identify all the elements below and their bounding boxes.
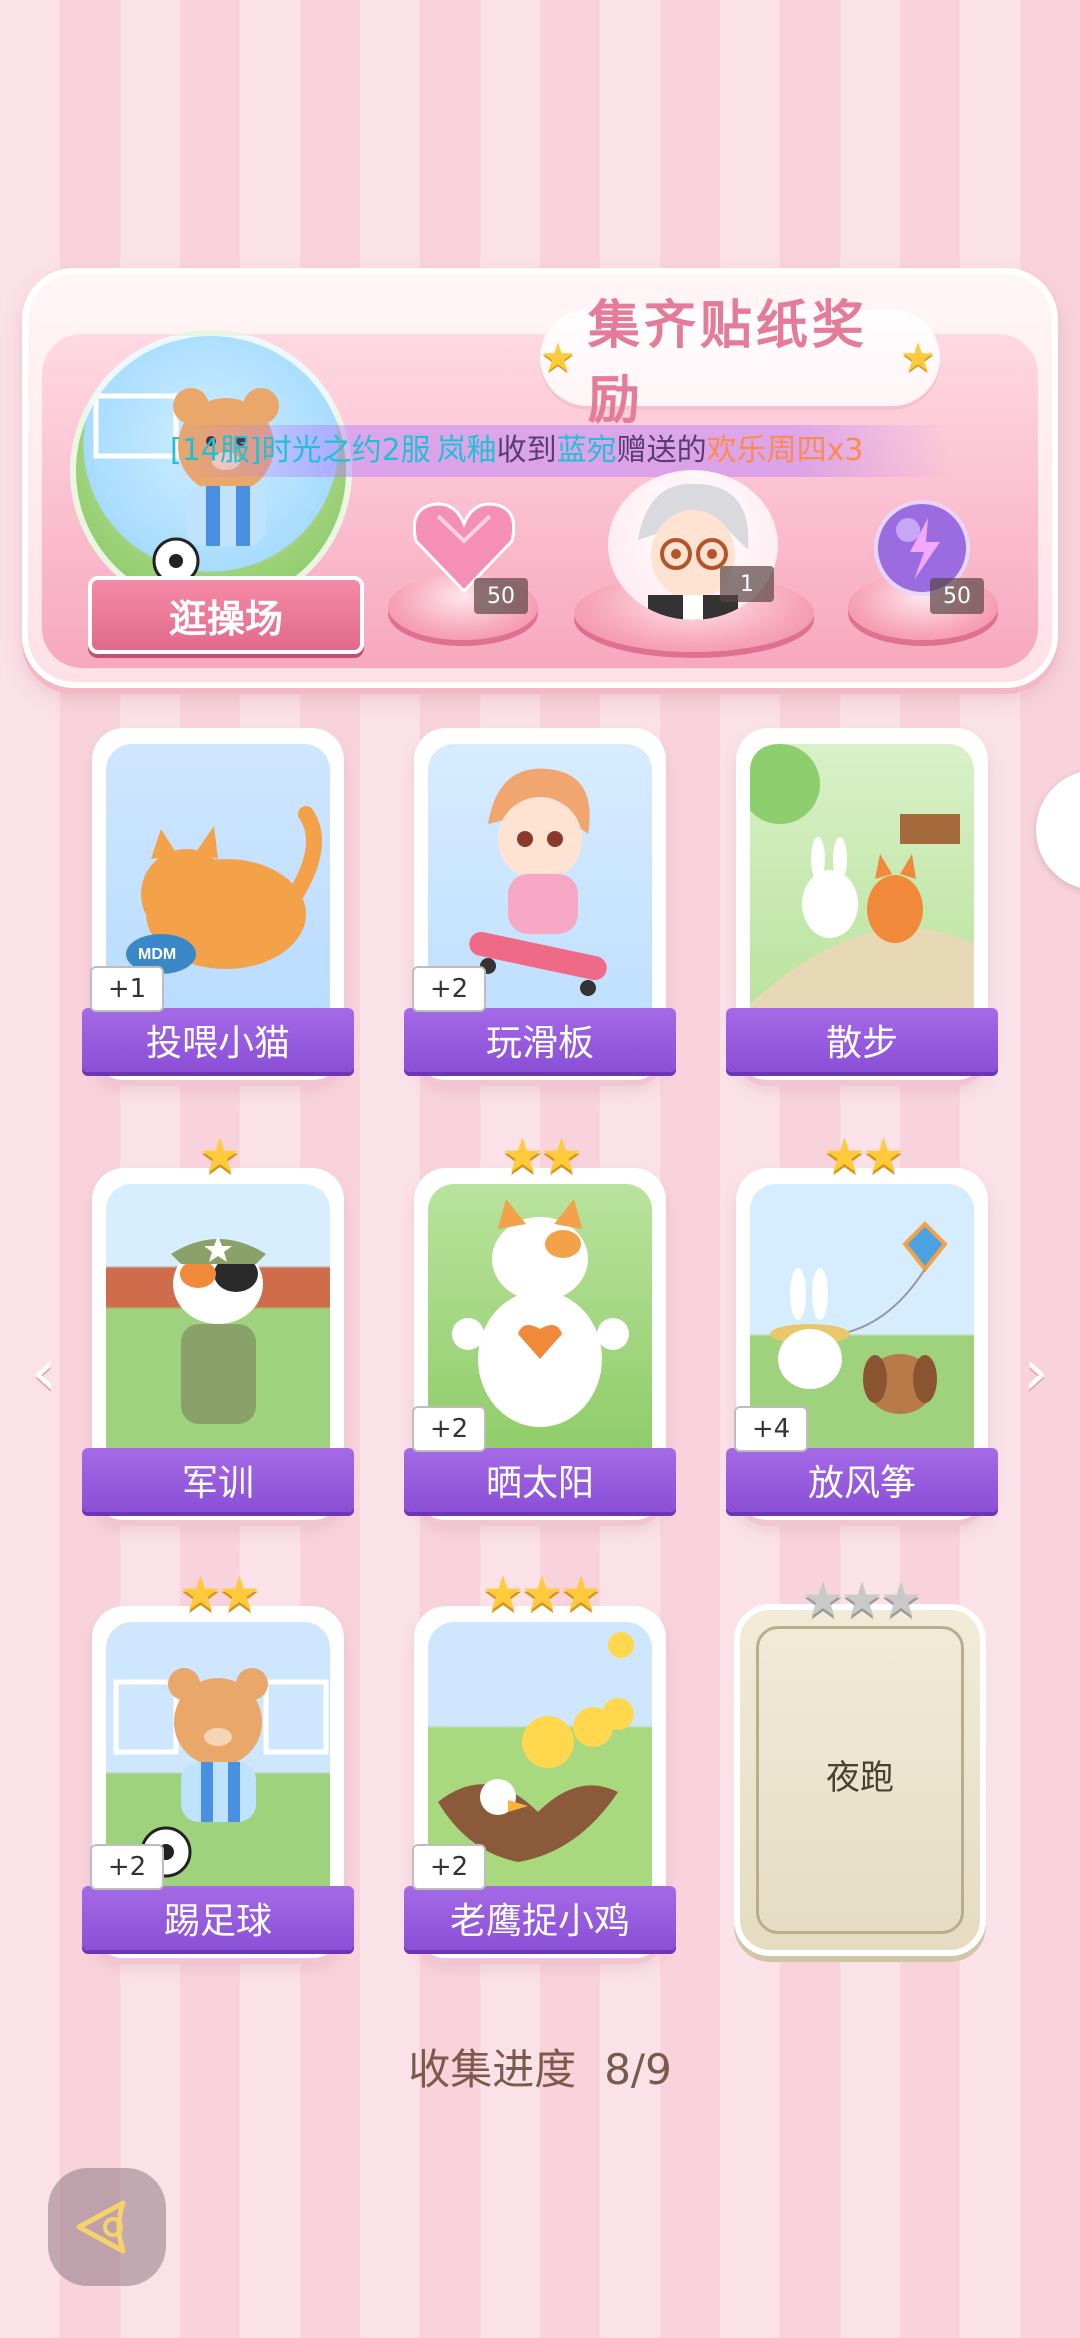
sticker-card-feed-cat[interactable]: MDM 投喂小猫 +1 (82, 728, 354, 1080)
star-rating: ★★ (92, 1568, 344, 1620)
sticker-card-walk[interactable]: 散步 (726, 728, 998, 1080)
sticker-label: 投喂小猫 (82, 1008, 354, 1072)
ticker-verb2: 赠送的 (616, 433, 707, 468)
back-button[interactable] (48, 2168, 166, 2286)
sticker-card-sunbathe[interactable]: ★★ 晒太阳 +2 (404, 1130, 676, 1520)
ticker-server: [14服]时光之约2服 (170, 433, 431, 468)
star-icon: ★ (900, 335, 940, 381)
star-rating: ★★★ (740, 1572, 980, 1628)
sticker-bonus: +2 (412, 966, 486, 1012)
reward-count: 1 (720, 566, 774, 602)
sticker-label: 夜跑 (826, 1758, 894, 1798)
next-page-arrow[interactable]: › (1016, 1336, 1056, 1410)
star-icon: ★★ (822, 1128, 905, 1184)
star-icon: ★★ (500, 1128, 583, 1184)
reward-title-text: 集齐贴纸奖励 (587, 296, 868, 431)
bunny-fox-walk-icon (750, 744, 974, 1016)
sticker-bonus: +2 (412, 1406, 486, 1452)
star-rating: ★★ (736, 1130, 988, 1182)
ticker-item: 欢乐周四x3 (706, 433, 864, 468)
side-tab[interactable] (1036, 770, 1080, 890)
sticker-label: 散步 (726, 1008, 998, 1072)
location-label[interactable]: 逛操场 (88, 576, 364, 654)
ticker-giver: 蓝宛 (556, 433, 617, 468)
back-arrow-icon (76, 2200, 126, 2254)
sticker-card-kite[interactable]: ★★ 放风筝 +4 (726, 1130, 998, 1520)
sticker-bonus: +4 (734, 1406, 808, 1452)
prev-page-arrow[interactable]: ‹ (24, 1336, 64, 1410)
collection-progress: 收集进度 8/9 (0, 2036, 1080, 2097)
sun-icon (608, 1632, 634, 1658)
sticker-bonus: +1 (90, 966, 164, 1012)
broadcast-ticker: [14服]时光之约2服 岚釉收到蓝宛赠送的欢乐周四x3 (170, 425, 950, 477)
star-icon: ★★★ (801, 1572, 922, 1628)
sticker-label: 老鹰捉小鸡 (404, 1886, 676, 1950)
star-rating: ★★★ (414, 1568, 666, 1620)
soldier-cat-icon (171, 1236, 266, 1424)
sticker-card-night-run-locked[interactable]: ★★★ 夜跑 (734, 1572, 986, 1956)
sticker-label: 军训 (82, 1448, 354, 1512)
svg-text:MDM: MDM (138, 946, 176, 963)
sticker-card-military-training[interactable]: ★ 军训 (82, 1130, 354, 1520)
sticker-label: 玩滑板 (404, 1008, 676, 1072)
sticker-card-football[interactable]: ★★ 踢足球 +2 (82, 1568, 354, 1958)
star-rating: ★★ (414, 1130, 666, 1182)
sticker-card-skateboard[interactable]: 玩滑板 +2 (404, 728, 676, 1080)
sticker-bonus: +2 (90, 1844, 164, 1890)
sticker-art (106, 1184, 330, 1456)
star-icon: ★ (540, 335, 580, 381)
sticker-label: 放风筝 (726, 1448, 998, 1512)
ticker-verb: 收到 (496, 433, 557, 468)
reward-count: 50 (474, 578, 528, 614)
progress-value: 8/9 (604, 2045, 672, 2094)
reward-title: ★ 集齐贴纸奖励 ★ (540, 296, 940, 431)
ticker-sender: 岚釉 (436, 433, 497, 468)
star-icon: ★★ (178, 1566, 261, 1622)
reward-count: 50 (930, 578, 984, 614)
sticker-label: 晒太阳 (404, 1448, 676, 1512)
star-icon: ★ (198, 1128, 241, 1184)
sticker-art (750, 744, 974, 1016)
star-rating: ★ (92, 1130, 344, 1182)
star-icon: ★★★ (481, 1566, 602, 1622)
progress-label: 收集进度 (408, 2045, 577, 2094)
sticker-card-eagle-chicks[interactable]: ★★★ 老鹰捉小鸡 +2 (404, 1568, 676, 1958)
sticker-label: 踢足球 (82, 1886, 354, 1950)
sticker-bonus: +2 (412, 1844, 486, 1890)
